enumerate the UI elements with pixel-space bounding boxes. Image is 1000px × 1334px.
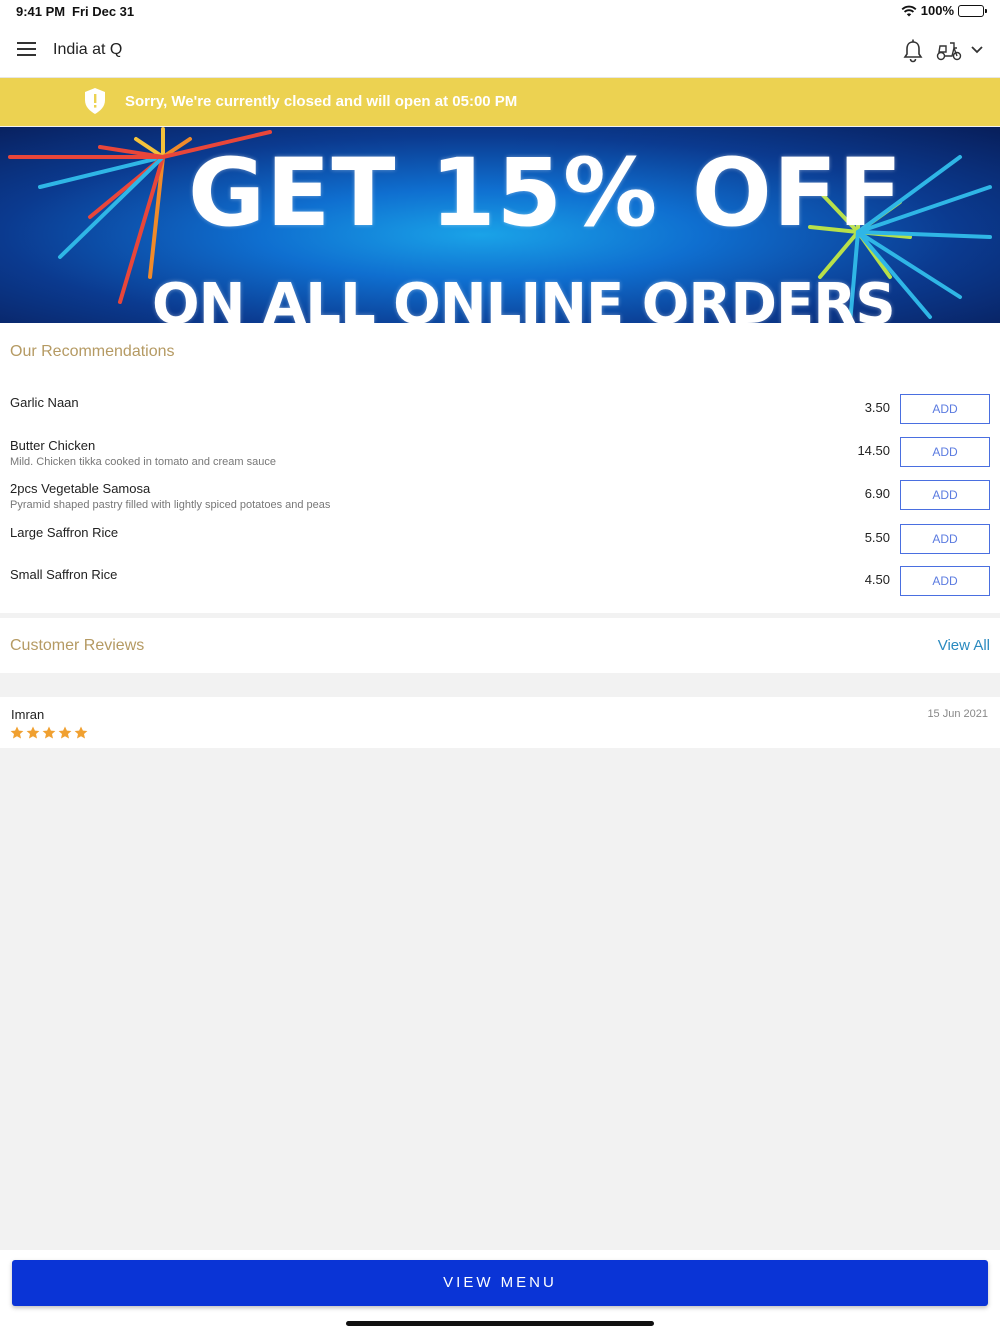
star-icon — [42, 726, 56, 739]
status-bar: 9:41 PM Fri Dec 31 100% — [0, 0, 1000, 22]
view-menu-button[interactable]: VIEW MENU — [12, 1260, 988, 1306]
star-icon — [26, 726, 40, 739]
list-item: Large Saffron Rice 5.50 ADD — [0, 523, 1000, 563]
promo-subline: ON ALL ONLINE ORDERS — [152, 272, 896, 324]
add-button[interactable]: ADD — [900, 524, 990, 554]
closed-message: Sorry, We're currently closed and will o… — [125, 93, 518, 110]
scooter-icon[interactable] — [936, 40, 962, 62]
item-name: Butter Chicken — [10, 438, 96, 453]
star-icon — [74, 726, 88, 739]
battery-icon — [958, 4, 987, 17]
closed-banner: Sorry, We're currently closed and will o… — [0, 78, 1000, 126]
add-button[interactable]: ADD — [900, 394, 990, 424]
menu-icon[interactable] — [17, 42, 37, 56]
item-price: 3.50 — [864, 400, 890, 415]
item-name: 2pcs Vegetable Samosa — [10, 481, 151, 496]
add-button[interactable]: ADD — [900, 480, 990, 510]
list-item: Small Saffron Rice 4.50 ADD — [0, 566, 1000, 606]
wifi-icon — [901, 5, 917, 16]
shield-icon — [85, 88, 105, 114]
app-bar: India at Q — [0, 22, 1000, 78]
home-indicator[interactable] — [346, 1321, 654, 1326]
status-time: 9:41 PM — [16, 4, 66, 19]
item-name: Garlic Naan — [10, 395, 79, 410]
item-name: Large Saffron Rice — [10, 525, 119, 540]
reviewer-name: Imran — [11, 707, 45, 722]
review-card: Imran 15 Jun 2021 — [0, 697, 1000, 748]
add-button[interactable]: ADD — [900, 437, 990, 467]
status-date: Fri Dec 31 — [72, 4, 135, 19]
battery-percent: 100% — [920, 3, 954, 18]
chevron-down-icon[interactable] — [970, 44, 984, 56]
recommendations-section: Our Recommendations Garlic Naan 3.50 ADD… — [0, 323, 1000, 613]
star-rating — [10, 726, 88, 739]
promo-headline: GET 15% OFF — [188, 139, 904, 248]
reviews-title: Customer Reviews — [10, 637, 145, 654]
item-description: Mild. Chicken tikka cooked in tomato and… — [10, 456, 276, 468]
item-name: Small Saffron Rice — [10, 567, 118, 582]
bottom-bar: VIEW MENU — [0, 1250, 1000, 1334]
review-date: 15 Jun 2021 — [927, 708, 988, 720]
item-price: 4.50 — [864, 572, 890, 587]
item-description: Pyramid shaped pastry filled with lightl… — [10, 499, 331, 511]
list-item: Garlic Naan 3.50 ADD — [0, 393, 1000, 433]
view-all-link[interactable]: View All — [938, 637, 990, 654]
recommendations-title: Our Recommendations — [10, 343, 175, 360]
status-right: 100% — [901, 3, 987, 18]
star-icon — [10, 726, 24, 739]
item-price: 14.50 — [857, 443, 890, 458]
list-item: Butter Chicken Mild. Chicken tikka cooke… — [0, 436, 1000, 476]
star-icon — [58, 726, 72, 739]
item-price: 5.50 — [864, 530, 890, 545]
reviews-header: Customer Reviews View All — [0, 618, 1000, 673]
add-button[interactable]: ADD — [900, 566, 990, 596]
bell-icon[interactable] — [902, 39, 924, 63]
promo-banner[interactable]: GET 15% OFF ON ALL ONLINE ORDERS — [0, 127, 1000, 323]
list-item: 2pcs Vegetable Samosa Pyramid shaped pas… — [0, 480, 1000, 520]
restaurant-title: India at Q — [53, 41, 123, 58]
item-price: 6.90 — [864, 486, 890, 501]
